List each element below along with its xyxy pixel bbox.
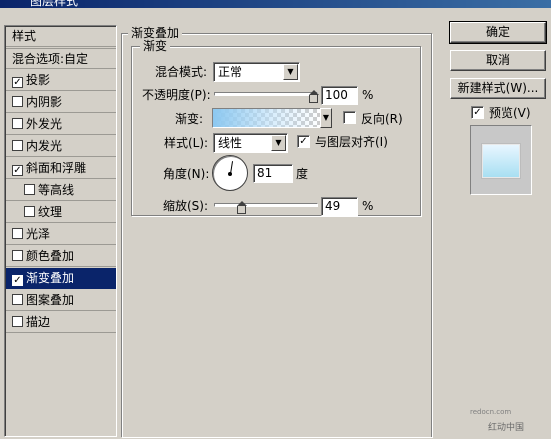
style-item-checkbox[interactable] bbox=[12, 140, 23, 151]
style-item[interactable]: ✓ 斜面和浮雕 bbox=[6, 158, 116, 179]
preview-checkbox[interactable]: ✓ bbox=[471, 106, 484, 119]
style-item-checkbox[interactable] bbox=[12, 118, 23, 129]
opacity-slider-track[interactable] bbox=[214, 92, 318, 96]
opacity-slider-thumb[interactable] bbox=[309, 90, 319, 103]
cancel-button[interactable]: 取消 bbox=[450, 50, 546, 71]
style-item-checkbox[interactable]: ✓ bbox=[12, 77, 23, 88]
style-item-checkbox[interactable] bbox=[12, 250, 23, 261]
angle-dial[interactable] bbox=[212, 155, 248, 191]
scale-slider-thumb[interactable] bbox=[236, 201, 247, 214]
scale-slider-track[interactable] bbox=[214, 203, 318, 207]
opacity-label: 不透明度(P): bbox=[142, 88, 211, 102]
window-titlebar: 图层样式 bbox=[0, 0, 551, 8]
watermark-url: redocn.com bbox=[470, 408, 512, 416]
style-item-label: 等高线 bbox=[38, 183, 75, 197]
reverse-label: 反向(R) bbox=[361, 112, 403, 126]
style-item-checkbox[interactable]: ✓ bbox=[12, 165, 23, 176]
new-style-button[interactable]: 新建样式(W)... bbox=[450, 78, 546, 99]
style-item-checkbox[interactable] bbox=[24, 206, 35, 217]
style-item-checkbox[interactable] bbox=[12, 294, 23, 305]
chevron-down-icon[interactable]: ▼ bbox=[271, 135, 286, 151]
scale-input[interactable]: 49 bbox=[321, 197, 358, 216]
style-item[interactable]: 内阴影 bbox=[6, 92, 116, 113]
chevron-down-icon[interactable]: ▼ bbox=[283, 64, 298, 80]
style-item-label: 投影 bbox=[26, 73, 51, 87]
ok-button[interactable]: 确定 bbox=[449, 21, 547, 44]
gradient-style-value: 线性 bbox=[218, 136, 243, 150]
style-item[interactable]: ✓ 投影 bbox=[6, 70, 116, 91]
scale-label: 缩放(S): bbox=[163, 199, 209, 213]
watermark-text: 红动中国 bbox=[488, 423, 525, 433]
preview-label: 预览(V) bbox=[489, 106, 531, 120]
style-item-label: 外发光 bbox=[26, 117, 63, 131]
style-item-label: 内阴影 bbox=[26, 95, 63, 109]
style-item-label: 纹理 bbox=[38, 205, 63, 219]
blend-mode-label: 混合模式: bbox=[155, 65, 208, 79]
angle-input[interactable]: 81 bbox=[253, 164, 293, 183]
style-item-checkbox[interactable] bbox=[24, 184, 35, 195]
blend-mode-value: 正常 bbox=[218, 65, 243, 79]
style-item-label: 光泽 bbox=[26, 227, 51, 241]
style-item[interactable]: 光泽 bbox=[6, 224, 116, 245]
style-label: 样式(L): bbox=[164, 136, 209, 150]
window-title: 图层样式 bbox=[30, 0, 79, 8]
angle-dial-center bbox=[228, 172, 232, 176]
angle-label: 角度(N): bbox=[163, 167, 210, 181]
scale-unit: % bbox=[362, 199, 374, 213]
style-item-label: 内发光 bbox=[26, 139, 63, 153]
chevron-down-icon: ▼ bbox=[322, 113, 330, 122]
angle-unit: 度 bbox=[296, 167, 309, 181]
style-item[interactable]: 纹理 bbox=[6, 202, 116, 223]
style-item-label: 渐变叠加 bbox=[26, 271, 75, 285]
style-item[interactable]: 等高线 bbox=[6, 180, 116, 201]
style-item-checkbox[interactable] bbox=[12, 228, 23, 239]
styles-list-panel: 样式 混合选项:自定 ✓ 投影 内阴影 外发光 内发光 ✓ 斜面和浮雕 等高线 纹理 光泽 颜色叠加… bbox=[4, 25, 117, 437]
align-with-layer-label: 与图层对齐(I) bbox=[315, 135, 388, 149]
gradient-picker[interactable] bbox=[212, 108, 321, 128]
align-with-layer-checkbox[interactable]: ✓ bbox=[297, 135, 310, 148]
style-item-label: 颜色叠加 bbox=[26, 249, 75, 263]
style-item-checkbox[interactable] bbox=[12, 96, 23, 107]
style-item-checkbox[interactable] bbox=[12, 316, 23, 327]
style-preview-box bbox=[470, 125, 532, 195]
style-item-checkbox[interactable]: ✓ bbox=[12, 275, 23, 286]
blend-mode-select[interactable]: 正常 ▼ bbox=[213, 62, 300, 82]
blending-options-item[interactable]: 混合选项:自定 bbox=[6, 48, 116, 69]
style-item-label: 描边 bbox=[26, 315, 51, 329]
reverse-checkbox[interactable] bbox=[343, 111, 356, 124]
gradient-dropdown-button[interactable]: ▼ bbox=[320, 108, 332, 128]
style-item[interactable]: ✓ 渐变叠加 bbox=[6, 268, 116, 289]
style-item[interactable]: 颜色叠加 bbox=[6, 246, 116, 267]
gradient-overlay-section-title: 渐变叠加 bbox=[128, 26, 183, 40]
opacity-unit: % bbox=[362, 88, 374, 102]
gradient-group-title: 渐变 bbox=[140, 39, 171, 53]
style-item[interactable]: 内发光 bbox=[6, 136, 116, 157]
style-item-label: 图案叠加 bbox=[26, 293, 75, 307]
style-item[interactable]: 描边 bbox=[6, 312, 116, 333]
style-item[interactable]: 图案叠加 bbox=[6, 290, 116, 311]
gradient-style-select[interactable]: 线性 ▼ bbox=[213, 133, 288, 153]
gradient-label: 渐变: bbox=[175, 112, 204, 126]
style-item[interactable]: 外发光 bbox=[6, 114, 116, 135]
style-item-label: 斜面和浮雕 bbox=[26, 161, 87, 175]
opacity-input[interactable]: 100 bbox=[321, 86, 358, 105]
styles-header[interactable]: 样式 bbox=[6, 26, 116, 47]
style-preview-swatch bbox=[482, 144, 520, 178]
